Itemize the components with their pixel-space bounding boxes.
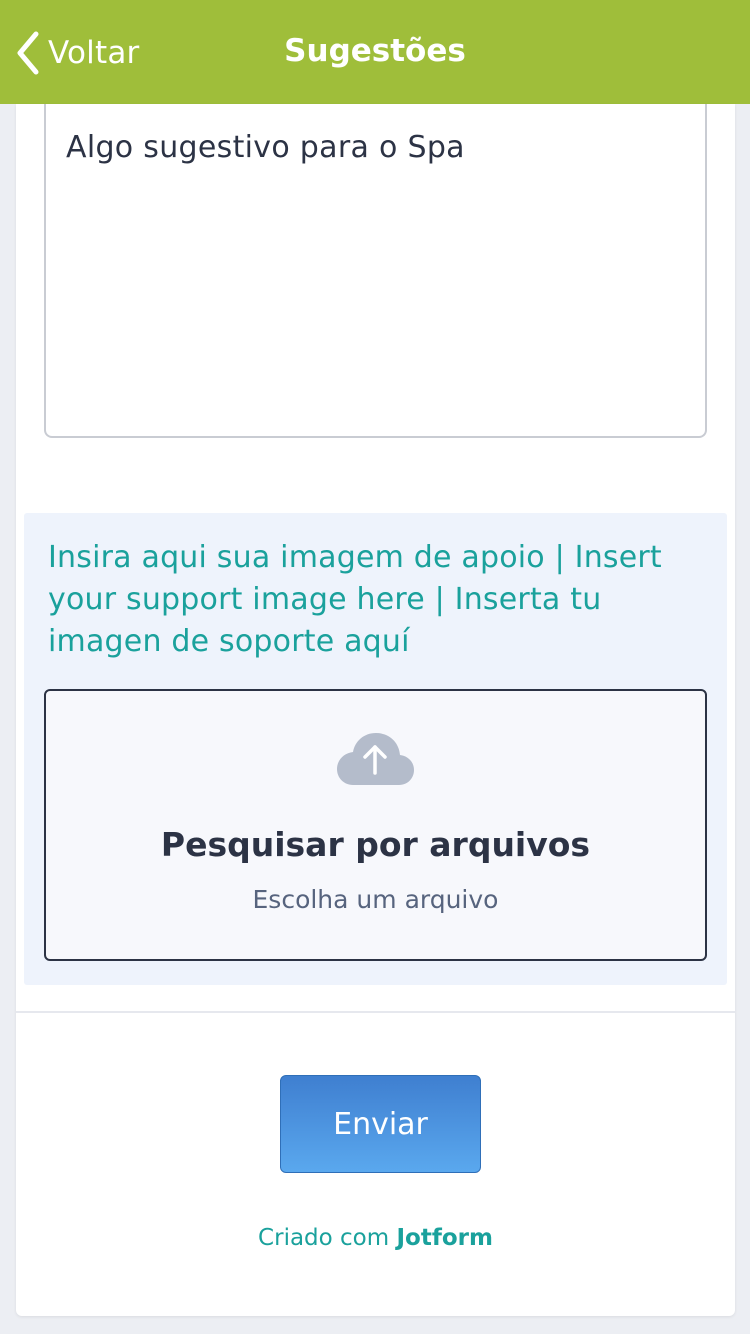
cloud-upload-icon [335, 731, 415, 787]
nav-bar: Voltar Sugestões [0, 0, 750, 104]
file-dropzone[interactable]: Pesquisar por arquivos Escolha um arquiv… [44, 689, 707, 961]
upload-section: Insira aqui sua imagem de apoio | Insert… [24, 513, 727, 985]
suggestion-textarea[interactable]: Algo sugestivo para o Spa [44, 104, 707, 438]
upload-label: Insira aqui sua imagem de apoio | Insert… [48, 540, 662, 659]
footer-prefix: Criado com [258, 1225, 390, 1251]
dropzone-subtitle: Escolha um arquivo [252, 885, 499, 914]
submit-button[interactable]: Enviar [280, 1075, 481, 1173]
jotform-link[interactable]: Jotform [396, 1225, 492, 1251]
dropzone-title: Pesquisar por arquivos [160, 825, 591, 864]
form-card: Algo sugestivo para o Spa Insira aqui su… [16, 104, 735, 1316]
page-title: Sugestões [284, 33, 466, 69]
divider [16, 1011, 735, 1013]
footer-credit: Criado com Jotform [16, 1225, 735, 1251]
